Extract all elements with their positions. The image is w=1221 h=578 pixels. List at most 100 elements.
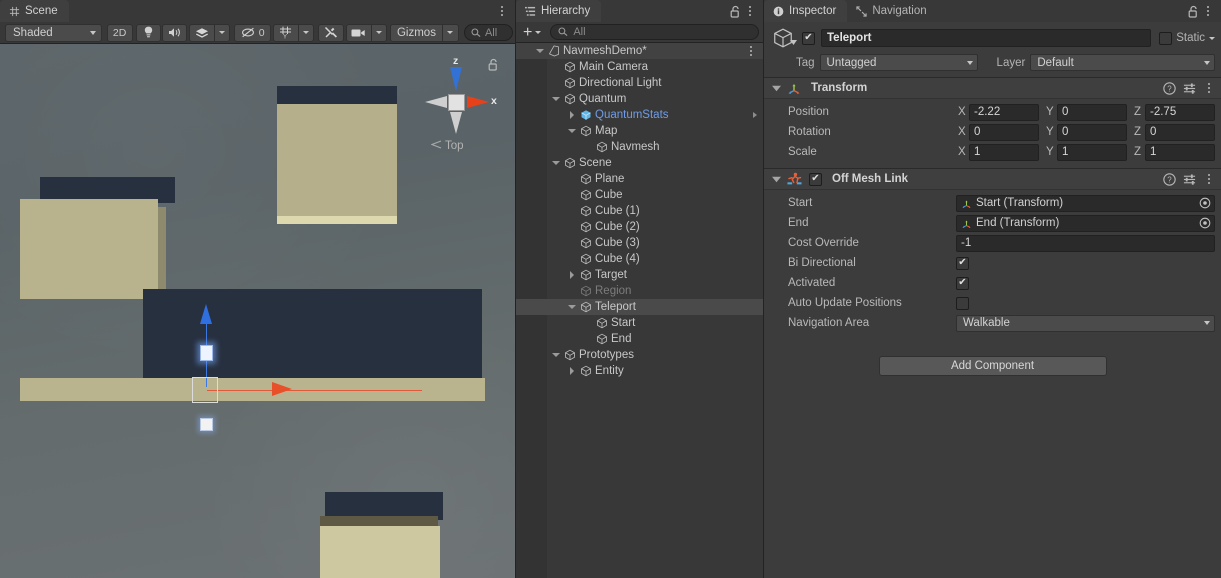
viewcube-axis-z-cone[interactable] [450,67,462,91]
foldout-expanded-icon[interactable] [772,175,781,184]
foldout-collapsed-icon[interactable] [565,111,578,119]
unlock-icon[interactable] [730,5,741,18]
scene-view-orientation-gizmo[interactable]: z x Top [417,52,503,162]
chevron-down-icon[interactable] [1209,36,1215,40]
inspector-menu-kebab-icon[interactable] [1202,4,1214,18]
object-picker-icon[interactable] [1197,196,1212,211]
scene-3d-render[interactable]: z x Top [0,44,515,578]
chevron-down-icon[interactable] [790,36,797,48]
hierarchy-item-target[interactable]: Target [516,267,763,283]
foldout-expanded-icon[interactable] [772,84,781,93]
transform-scale-z-input[interactable]: 1 [1145,143,1215,161]
component-header-transform[interactable]: Transform ? [764,77,1221,99]
object-picker-icon[interactable] [1197,216,1212,231]
viewcube-axis-x-cone[interactable] [467,96,489,108]
auto-update-positions-checkbox[interactable] [956,296,969,310]
help-icon[interactable]: ? [1163,81,1176,95]
effects-dropdown-button[interactable] [214,23,231,42]
hierarchy-item-navmesh[interactable]: Navmesh [516,139,763,155]
static-toggle-group[interactable]: Static [1157,31,1215,45]
activated-checkbox[interactable] [956,276,969,290]
scene-camera-dropdown-button[interactable] [370,23,387,42]
gizmos-button[interactable]: Gizmos [389,23,443,42]
foldout-expanded-icon[interactable] [549,353,562,357]
layer-dropdown[interactable]: Default [1030,54,1215,71]
end-object-field[interactable]: End (Transform) [956,214,1215,232]
foldout-expanded-icon[interactable] [565,129,578,133]
hierarchy-item-entity[interactable]: Entity [516,363,763,379]
viewcube-axis-minus-z-cone[interactable] [450,112,462,134]
cost-override-input[interactable]: -1 [956,234,1215,252]
foldout-expanded-icon[interactable] [533,49,546,53]
hierarchy-search-input[interactable]: All [550,24,759,40]
shading-mode-dropdown[interactable]: Shaded [5,23,102,42]
grid-snap-button[interactable]: Y [273,23,300,42]
component-menu-kebab-icon[interactable] [1203,172,1215,186]
hierarchy-item-map[interactable]: Map [516,123,763,139]
transform-rotation-x-input[interactable]: 0 [969,123,1039,141]
grid-snap-dropdown-button[interactable] [298,23,315,42]
gizmos-dropdown-button[interactable] [441,23,459,42]
foldout-expanded-icon[interactable] [565,305,578,309]
hierarchy-item-navmeshdemo[interactable]: NavmeshDemo* [516,43,763,59]
tag-dropdown[interactable]: Untagged [819,54,978,71]
hierarchy-item-start[interactable]: Start [516,315,763,331]
tab-navigation[interactable]: Navigation [847,0,937,22]
hierarchy-item-cube-1[interactable]: Cube (1) [516,203,763,219]
transform-rotation-y-input[interactable]: 0 [1057,123,1127,141]
help-icon[interactable]: ? [1163,172,1176,186]
gizmo-plane-handle-z[interactable] [200,345,213,361]
navigation-area-dropdown[interactable]: Walkable [956,314,1215,332]
tab-scene[interactable]: Scene [0,0,69,22]
bi-directional-checkbox[interactable] [956,256,969,270]
hierarchy-item-prototypes[interactable]: Prototypes [516,347,763,363]
hierarchy-item-teleport[interactable]: Teleport [516,299,763,315]
foldout-collapsed-icon[interactable] [565,271,578,279]
transform-position-z-input[interactable]: -2.75 [1145,103,1215,121]
scene-tools-button[interactable] [317,23,344,42]
transform-position-y-input[interactable]: 0 [1057,103,1127,121]
toggle-lighting-button[interactable] [136,23,162,42]
hierarchy-item-cube-2[interactable]: Cube (2) [516,219,763,235]
prefab-open-chevron-right-icon[interactable] [753,112,763,118]
transform-scale-y-input[interactable]: 1 [1057,143,1127,161]
scene-camera-button[interactable] [345,23,372,42]
foldout-expanded-icon[interactable] [549,97,562,101]
hidden-objects-button[interactable]: 0 [234,23,272,42]
component-header-offmeshlink[interactable]: Off Mesh Link ? [764,168,1221,190]
hierarchy-item-cube-4[interactable]: Cube (4) [516,251,763,267]
hierarchy-row-menu-kebab-icon[interactable] [745,44,763,58]
toggle-2d-button[interactable]: 2D [106,23,133,42]
toggle-effects-button[interactable] [189,23,216,42]
hierarchy-item-scene[interactable]: Scene [516,155,763,171]
toggle-audio-button[interactable] [162,23,188,42]
foldout-collapsed-icon[interactable] [565,367,578,375]
tab-hierarchy[interactable]: Hierarchy [516,0,602,22]
preset-icon[interactable] [1183,173,1196,186]
transform-move-gizmo[interactable] [150,299,422,439]
hierarchy-item-quantumstats[interactable]: QuantumStats [516,107,763,123]
hierarchy-item-region[interactable]: Region [516,283,763,299]
viewcube-center-handle[interactable] [448,94,465,111]
hierarchy-item-plane[interactable]: Plane [516,171,763,187]
hierarchy-item-end[interactable]: End [516,331,763,347]
component-enabled-checkbox[interactable] [809,172,822,186]
scene-viewport[interactable]: z x Top [0,44,515,578]
viewcube-axis-minus-x-cone[interactable] [425,96,447,108]
static-checkbox[interactable] [1159,31,1173,45]
hierarchy-tree[interactable]: NavmeshDemo* Main Camera Directional Light… [516,43,763,578]
unlock-icon[interactable] [1188,5,1199,18]
transform-position-x-input[interactable]: -2.22 [969,103,1039,121]
start-object-field[interactable]: Start (Transform) [956,194,1215,212]
preset-icon[interactable] [1183,82,1196,95]
component-menu-kebab-icon[interactable] [1203,81,1215,95]
hierarchy-item-main-camera[interactable]: Main Camera [516,59,763,75]
foldout-expanded-icon[interactable] [549,161,562,165]
gameobject-name-input[interactable]: Teleport [821,29,1152,47]
gameobject-enabled-checkbox[interactable] [802,31,815,45]
transform-rotation-z-input[interactable]: 0 [1145,123,1215,141]
hierarchy-item-cube[interactable]: Cube [516,187,763,203]
viewcube-orientation-label-wrap[interactable]: Top [430,140,464,152]
scene-search-input[interactable]: All [463,24,513,41]
unlock-icon[interactable] [488,58,499,74]
